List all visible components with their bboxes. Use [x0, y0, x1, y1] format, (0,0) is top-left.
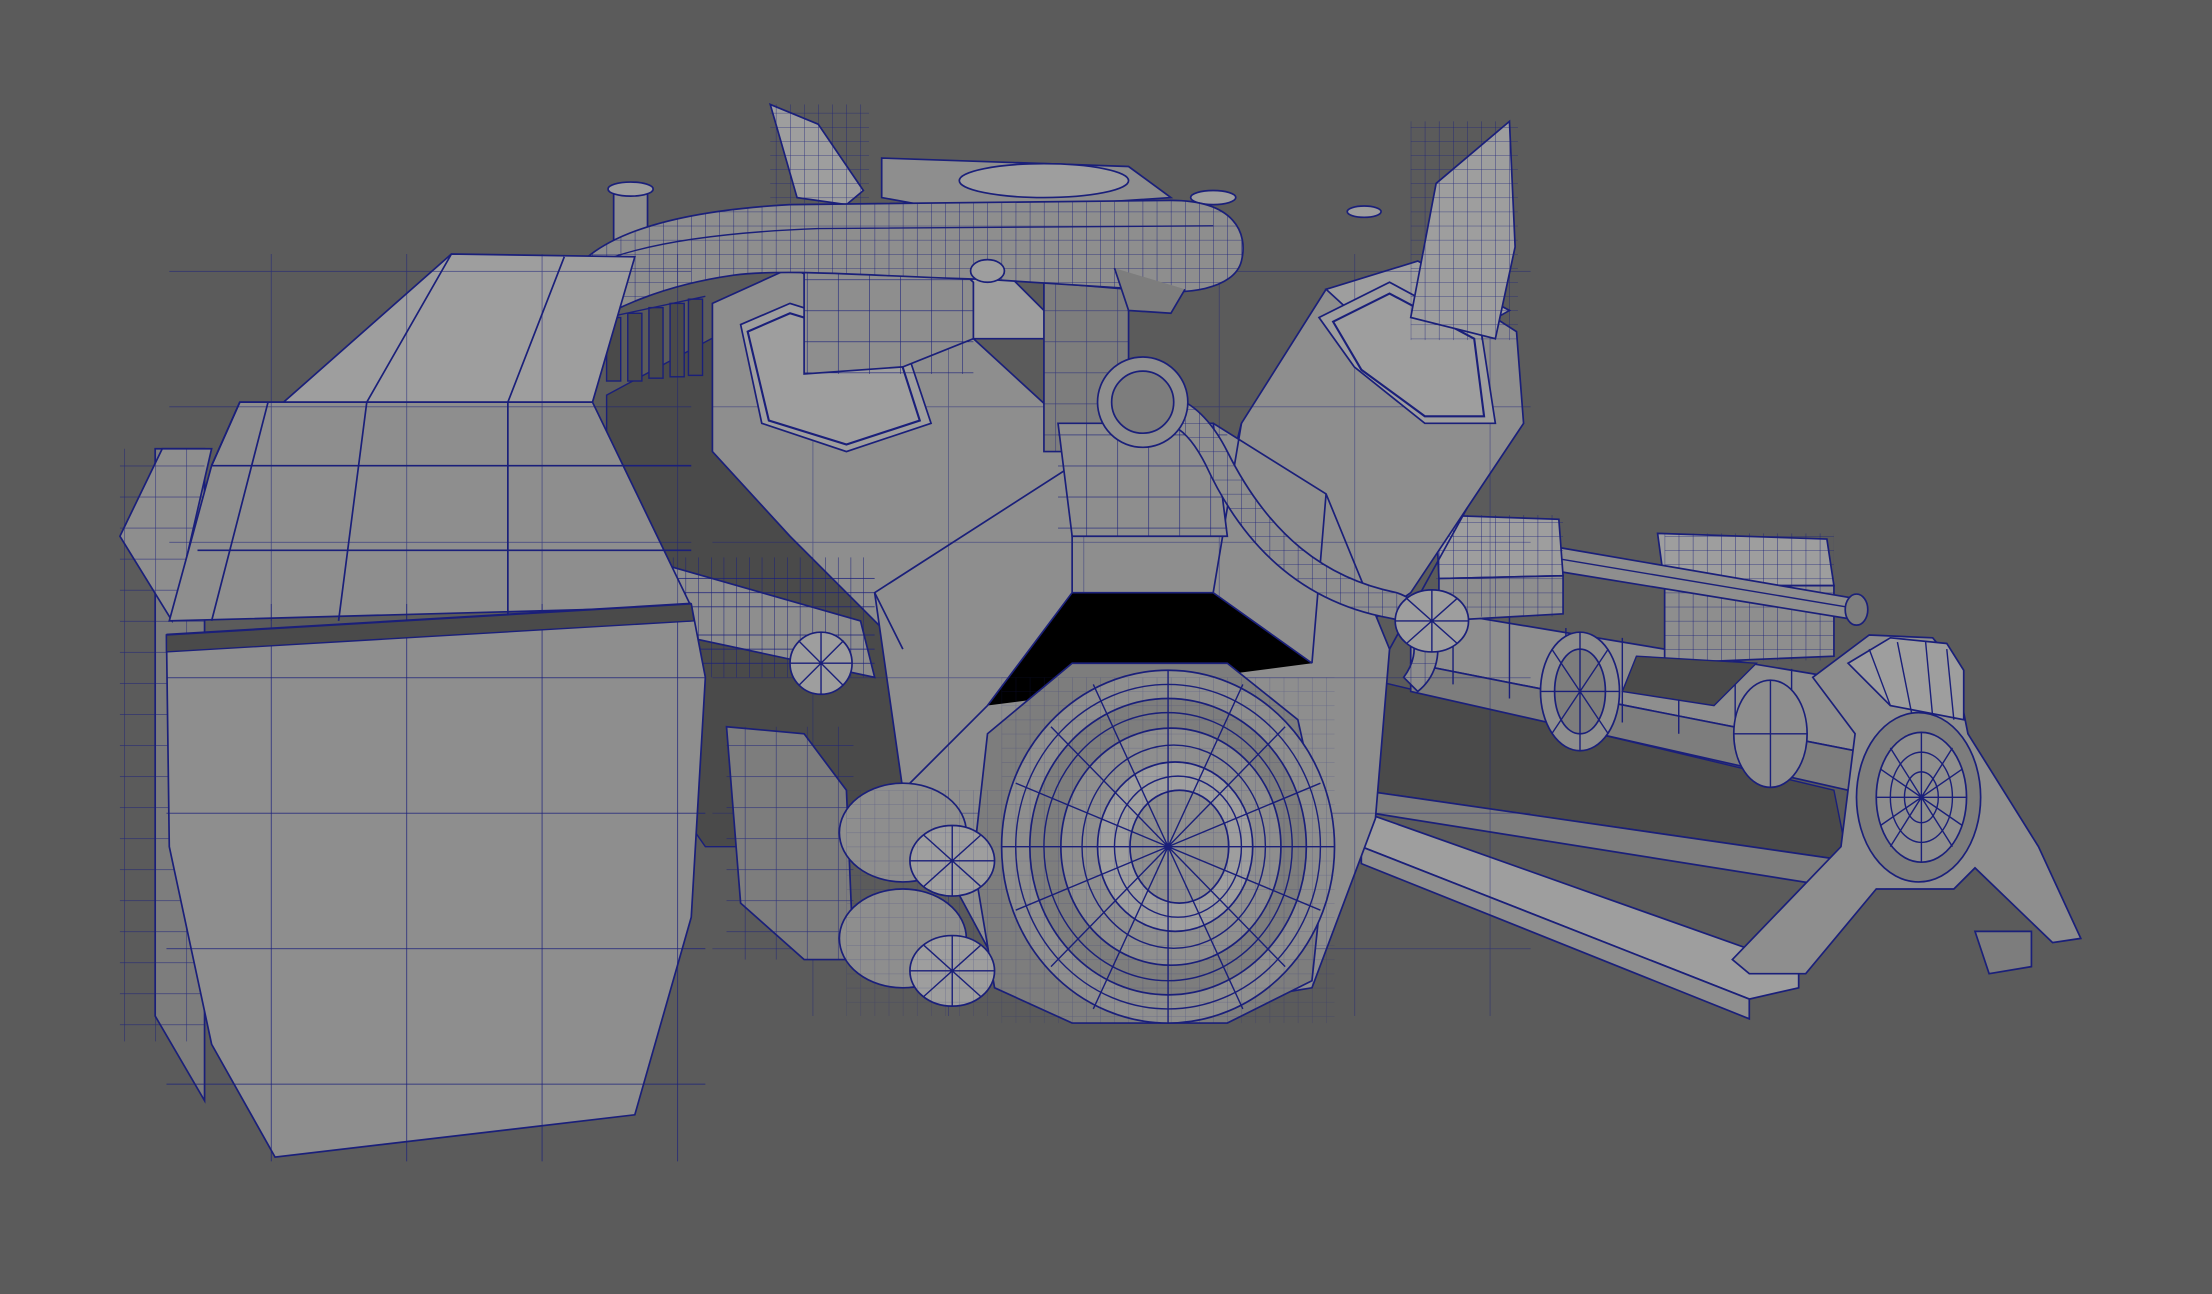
radiator-housing[interactable] — [118, 253, 707, 1162]
3d-viewport[interactable] — [0, 0, 2212, 1294]
shaft-flange — [1539, 631, 1621, 752]
engine-wireframe-model[interactable] — [0, 0, 2212, 1294]
crank-pulley[interactable] — [972, 662, 1336, 1024]
